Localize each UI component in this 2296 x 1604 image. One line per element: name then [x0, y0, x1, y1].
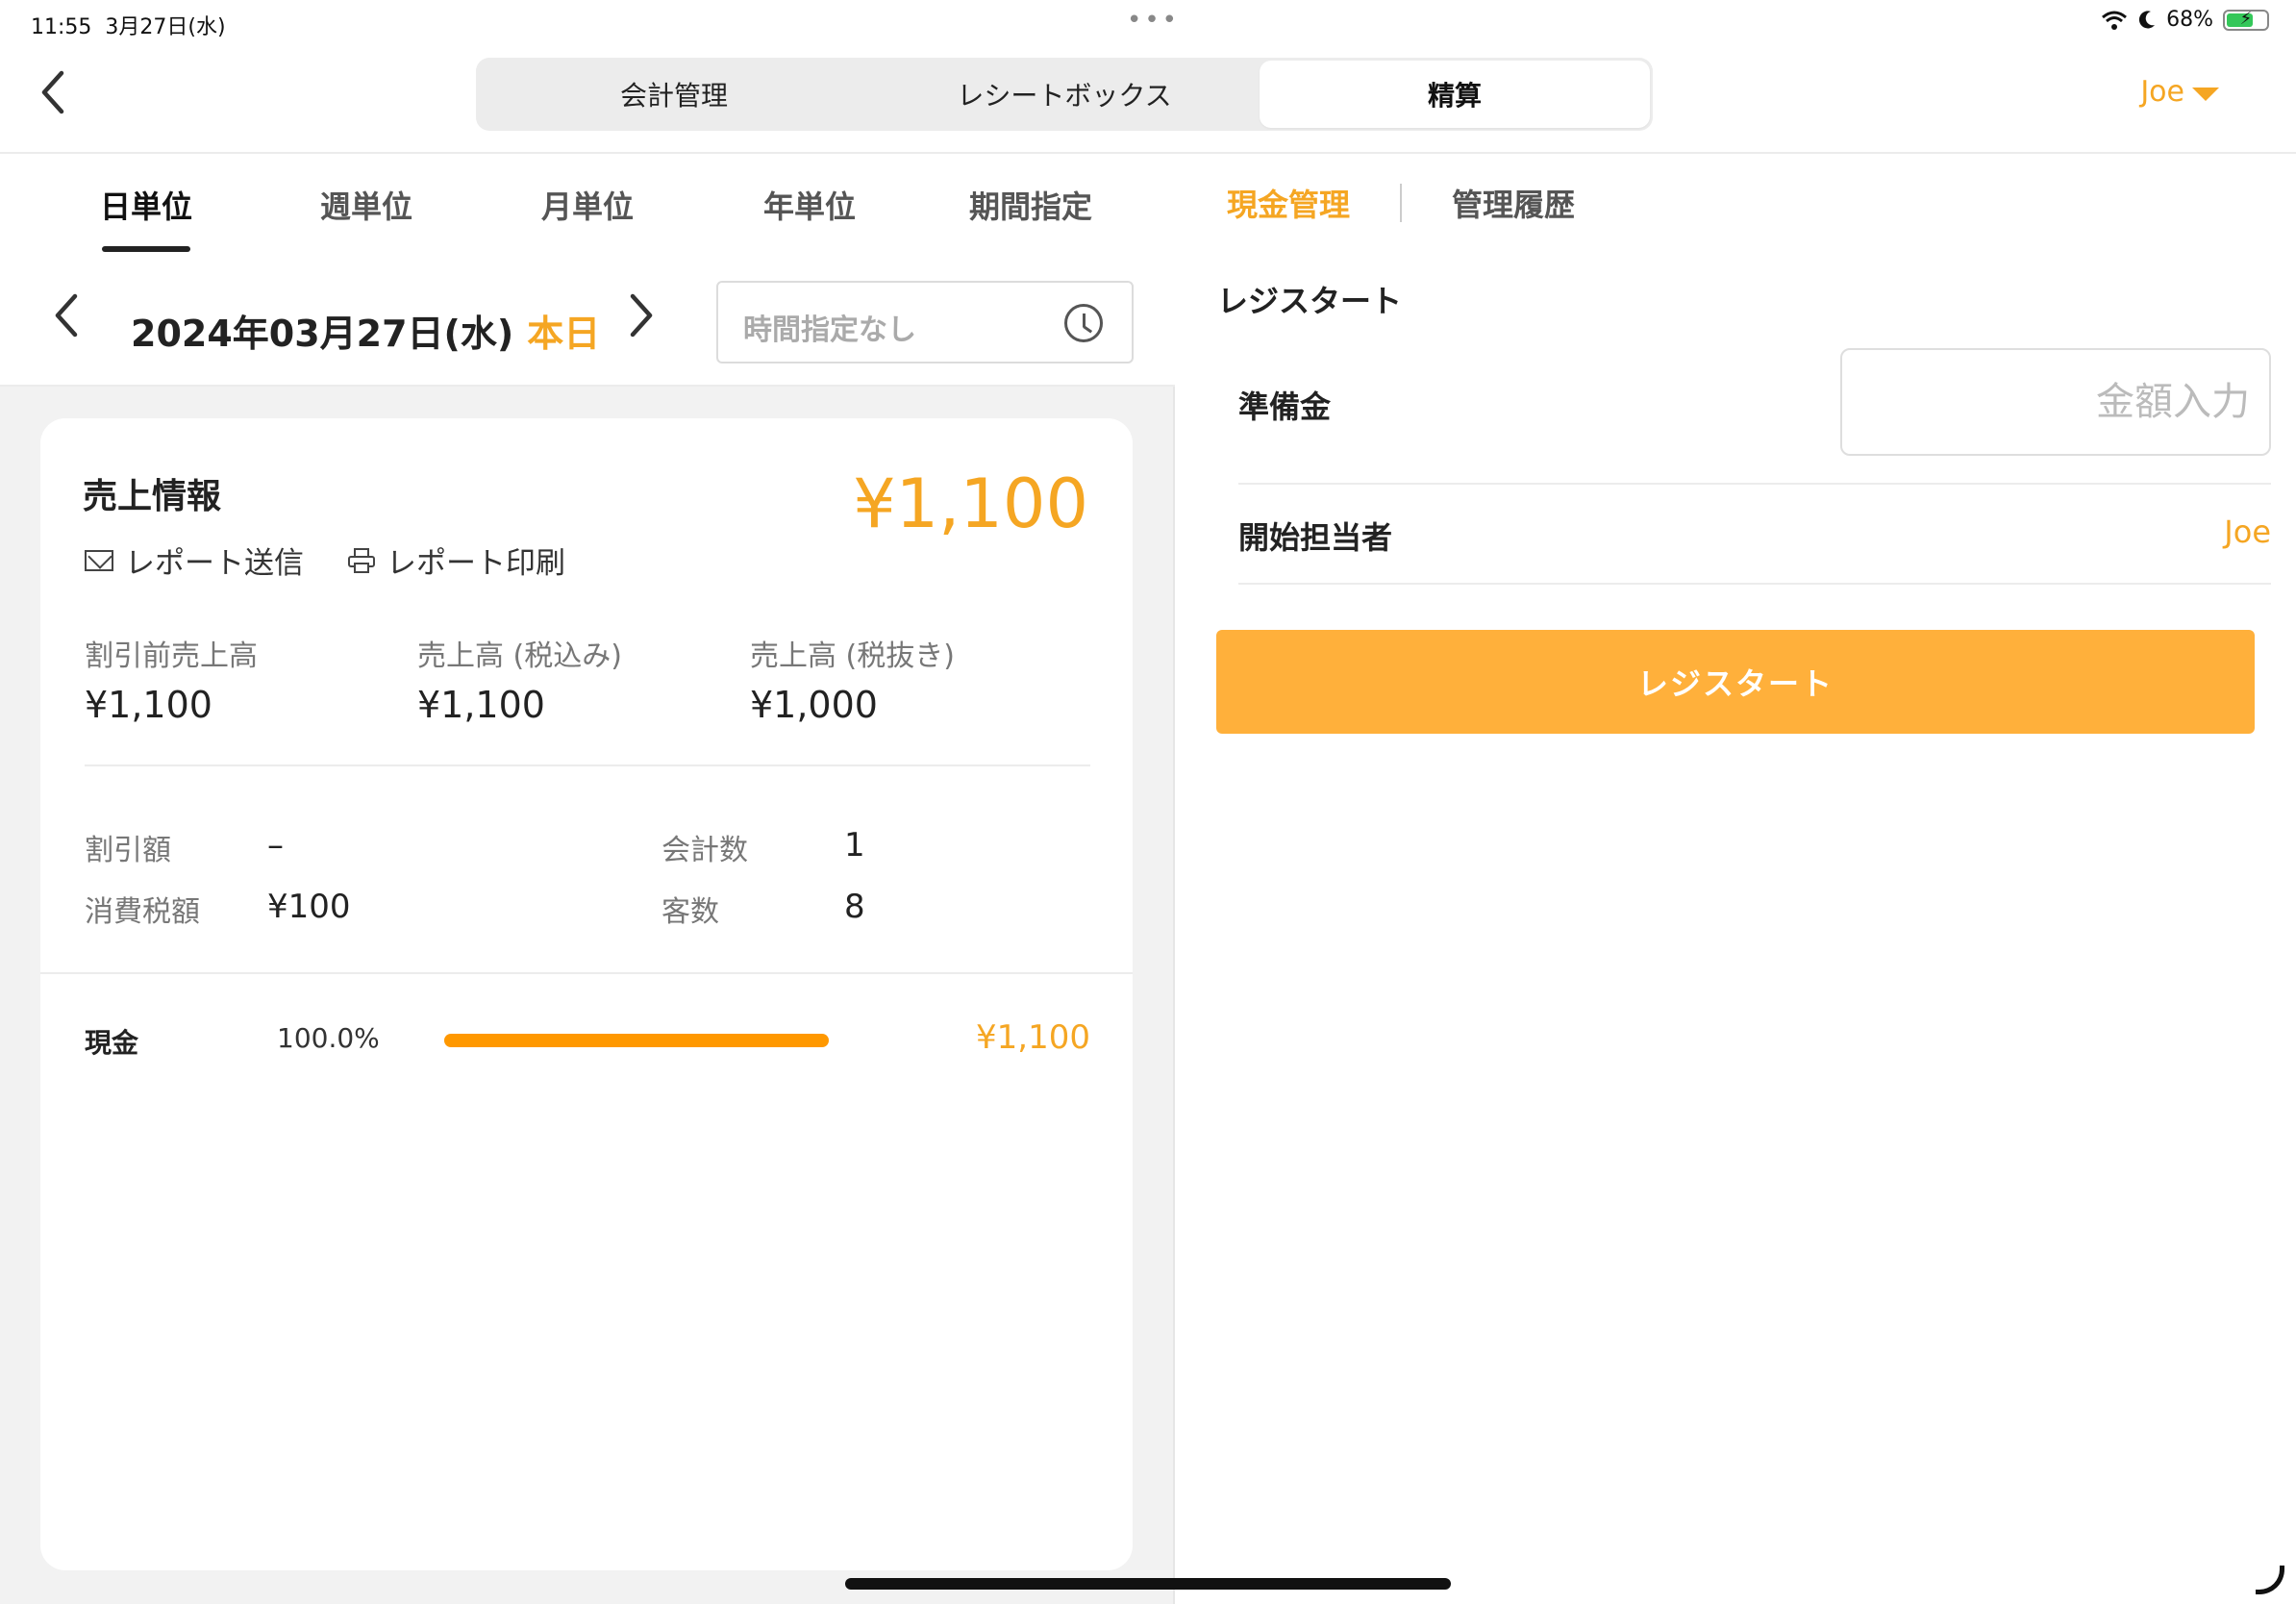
- payment-progress-fill: [444, 1034, 829, 1047]
- tax-row: 消費税額 ¥100: [85, 888, 351, 929]
- period-tab-yearly[interactable]: 年単位: [763, 183, 856, 246]
- tab-separator: [1400, 184, 1403, 222]
- reserve-row: 準備金: [1238, 348, 2271, 485]
- status-time: 11:55 3月27日(水): [31, 15, 226, 39]
- previous-date-button[interactable]: [52, 292, 81, 348]
- reserve-amount-input[interactable]: [1840, 348, 2271, 456]
- tab-settlement[interactable]: 精算: [1260, 61, 1650, 128]
- payment-percent: 100.0%: [277, 1022, 380, 1054]
- divider: [85, 764, 1090, 766]
- metric-sales-tax-excluded: 売上高 (税抜き) ¥1,000: [750, 639, 955, 726]
- clock-icon: [1064, 304, 1103, 342]
- divider: [40, 972, 1133, 974]
- payment-progress-bar: [444, 1034, 829, 1047]
- next-date-button[interactable]: [627, 292, 656, 348]
- payment-method: 現金: [85, 1027, 139, 1059]
- time-filter-placeholder: 時間指定なし: [743, 313, 916, 347]
- period-tabs: 日単位 週単位 月単位 年単位 期間指定: [0, 183, 1175, 252]
- chevron-left-icon: [41, 70, 64, 114]
- tab-receipt-box[interactable]: レシートボックス: [869, 61, 1260, 128]
- tab-cash-management[interactable]: 現金管理: [1227, 181, 1350, 225]
- report-actions: レポート送信 レポート印刷: [85, 539, 565, 582]
- date-selector: 2024年03月27日(水) 本日 時間指定なし: [0, 281, 1175, 367]
- mail-icon: [85, 549, 113, 571]
- payment-amount: ¥1,100: [976, 1018, 1090, 1057]
- tab-management-history[interactable]: 管理履歴: [1452, 181, 1575, 225]
- selected-date: 2024年03月27日(水) 本日: [131, 313, 601, 355]
- register-start-button[interactable]: レジスタート: [1216, 630, 2255, 734]
- main-segmented-control: 会計管理 レシートボックス 精算: [476, 58, 1653, 131]
- send-report-button[interactable]: レポート送信: [85, 539, 304, 582]
- top-navigation: 会計管理 レシートボックス 精算 Joe: [0, 48, 2296, 154]
- period-tab-custom[interactable]: 期間指定: [969, 183, 1092, 246]
- battery-percent: 68%: [2166, 8, 2213, 32]
- today-label: 本日: [527, 313, 601, 355]
- cash-management-panel: 現金管理 管理履歴 レジスタート 準備金 開始担当者 Joe レジスタート: [1177, 156, 2296, 1604]
- multitasking-dots-icon[interactable]: •••: [1127, 6, 1180, 35]
- sales-title: 売上情報: [83, 477, 222, 516]
- moon-icon: [2139, 10, 2156, 28]
- customer-count-row: 客数 8: [661, 888, 865, 929]
- checkout-count-row: 会計数 1: [661, 826, 865, 867]
- payment-row-cash: 現金 100.0% ¥1,100: [85, 1018, 1090, 1066]
- reserve-label: 準備金: [1238, 388, 1332, 425]
- period-tab-daily[interactable]: 日単位: [100, 183, 192, 252]
- user-menu[interactable]: Joe: [2140, 75, 2219, 109]
- back-button[interactable]: [38, 69, 81, 127]
- period-tab-weekly[interactable]: 週単位: [320, 183, 412, 246]
- tab-accounting[interactable]: 会計管理: [479, 61, 869, 128]
- starter-label: 開始担当者: [1238, 519, 1393, 556]
- battery-icon: ⚡: [2223, 9, 2269, 31]
- chevron-right-icon: [630, 293, 653, 338]
- status-bar: 11:55 3月27日(水) ••• 68% ⚡: [0, 0, 2296, 48]
- starter-row: 開始担当者 Joe: [1238, 485, 2271, 585]
- caret-down-icon: [2192, 87, 2219, 101]
- print-report-button[interactable]: レポート印刷: [348, 539, 565, 582]
- register-start-title: レジスタート: [1217, 283, 1403, 319]
- sales-panel: 日単位 週単位 月単位 年単位 期間指定 2024年03月27日(水) 本日 時間…: [0, 156, 1175, 1604]
- metric-gross-sales: 割引前売上高 ¥1,100: [85, 639, 258, 726]
- metric-sales-tax-included: 売上高 (税込み) ¥1,100: [417, 639, 622, 726]
- user-name: Joe: [2140, 75, 2184, 109]
- sales-metrics: 割引前売上高 ¥1,100 売上高 (税込み) ¥1,100 売上高 (税抜き)…: [85, 632, 1085, 728]
- time-filter-field[interactable]: 時間指定なし: [716, 281, 1134, 363]
- home-indicator[interactable]: [845, 1578, 1451, 1590]
- status-right: 68% ⚡: [2101, 8, 2269, 32]
- cash-tabs: 現金管理 管理履歴: [1227, 181, 1575, 225]
- sales-total: ¥1,100: [853, 464, 1088, 543]
- sales-info-card: 売上情報 ¥1,100 レポート送信 レポート印刷 割引前売上高 ¥1,100 …: [40, 418, 1133, 1570]
- period-tab-monthly[interactable]: 月単位: [541, 183, 634, 246]
- starter-value[interactable]: Joe: [2224, 514, 2271, 550]
- wifi-icon: [2102, 11, 2128, 30]
- chevron-left-icon: [55, 293, 78, 338]
- printer-icon: [348, 547, 375, 573]
- period-header: 日単位 週単位 月単位 年単位 期間指定 2024年03月27日(水) 本日 時間…: [0, 156, 1175, 387]
- discount-row: 割引額 –: [85, 826, 284, 867]
